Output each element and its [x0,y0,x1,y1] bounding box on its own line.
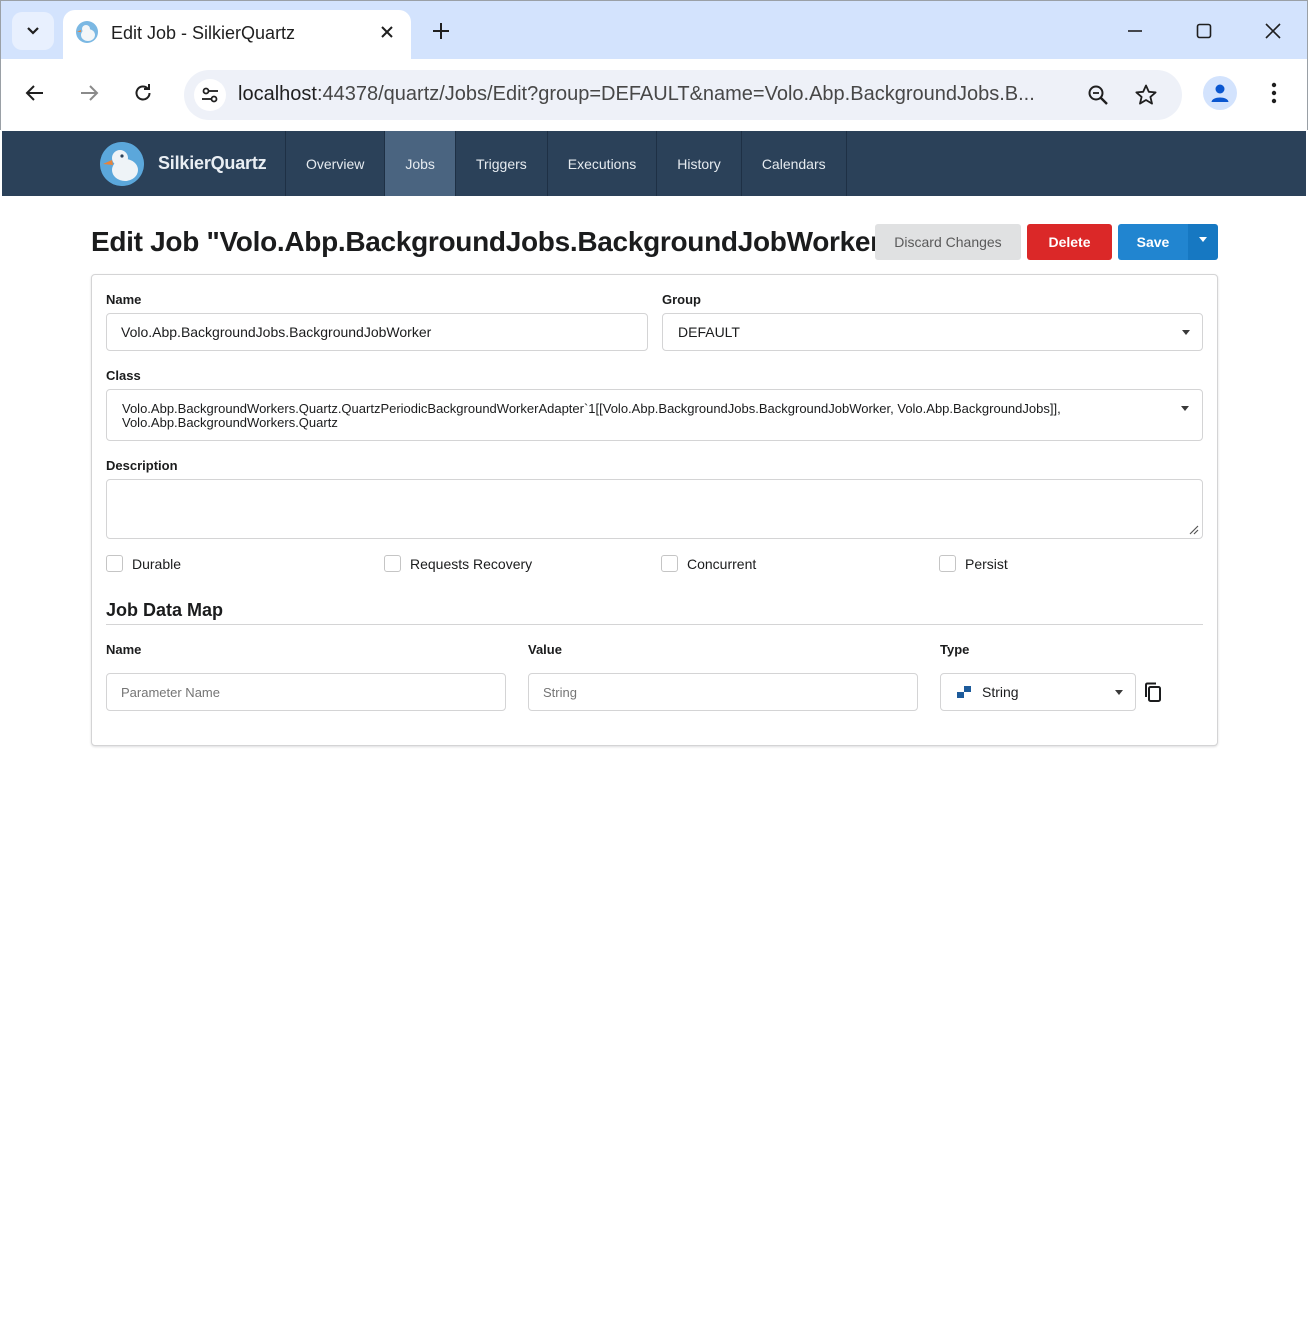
job-name-input[interactable]: Volo.Abp.BackgroundJobs.BackgroundJobWor… [106,313,648,351]
arrow-left-icon [25,85,43,101]
star-icon [1135,84,1157,105]
close-icon [1265,23,1281,39]
address-bar[interactable]: localhost:44378/quartz/Jobs/Edit?group=D… [184,70,1182,120]
caret-down-icon [1181,406,1189,411]
group-value: DEFAULT [678,324,740,340]
site-info-button[interactable] [194,79,226,111]
save-button[interactable]: Save [1118,224,1188,260]
persist-checkbox[interactable]: Persist [939,555,1008,572]
tab-search-button[interactable] [12,12,54,50]
caret-down-icon [1115,690,1123,695]
checkbox-label: Concurrent [687,555,757,572]
name-label: Name [106,292,142,307]
delete-button[interactable]: Delete [1027,224,1112,260]
profile-button[interactable] [1203,76,1237,110]
browser-menu-button[interactable] [1259,76,1289,110]
checkbox-label: Requests Recovery [410,555,533,572]
checkbox-box[interactable] [939,555,956,572]
checkbox-label: Durable [132,555,182,572]
checkbox-box[interactable] [106,555,123,572]
page-title: Edit Job "Volo.Abp.BackgroundJobs.Backgr… [91,226,894,257]
url-text: localhost:44378/quartz/Jobs/Edit?group=D… [238,83,1035,105]
browser-tab[interactable]: Edit Job - SilkierQuartz [63,10,411,60]
bookmark-button[interactable] [1132,81,1160,109]
reload-button[interactable] [126,76,160,110]
job-name-value: Volo.Abp.BackgroundJobs.BackgroundJobWor… [121,324,432,340]
tab-close-button[interactable] [375,20,399,44]
jdm-name-header: Name [106,642,142,657]
copy-row-button[interactable] [1142,681,1164,705]
tab-title: Edit Job - SilkierQuartz [111,23,296,43]
job-data-map-title: Job Data Map [106,600,224,620]
brand-name: SilkierQuartz [158,153,267,173]
zoom-icon [1088,85,1108,105]
copy-icon [1145,682,1161,702]
tune-icon [202,87,218,103]
concurrent-checkbox[interactable]: Concurrent [661,555,756,572]
type-select[interactable]: String [940,673,1136,711]
resize-handle-icon[interactable] [1189,525,1199,535]
arrow-right-icon [81,85,99,101]
requests-recovery-checkbox[interactable]: Requests Recovery [384,555,532,572]
group-label: Group [662,292,701,307]
forward-button[interactable] [72,76,106,110]
save-options-dropdown[interactable] [1188,224,1218,260]
nav-item-jobs[interactable]: Jobs [385,131,456,196]
class-label: Class [106,368,141,383]
minimize-button[interactable] [1119,15,1151,47]
class-value-line2: Volo.Abp.BackgroundWorkers.Quartz [122,415,338,430]
nav-item-history[interactable]: History [657,131,742,196]
checkbox-label: Persist [965,555,1008,572]
jdm-value-header: Value [528,642,562,657]
nav-item-executions[interactable]: Executions [548,131,658,196]
brand-link[interactable]: SilkierQuartz [100,141,267,186]
nav-item-triggers[interactable]: Triggers [456,131,548,196]
maximize-button[interactable] [1188,15,1220,47]
reload-icon [135,84,151,101]
parameter-value-input[interactable] [528,673,918,711]
nav-item-overview[interactable]: Overview [286,131,386,196]
caret-down-icon [1199,236,1207,242]
class-value-line1: Volo.Abp.BackgroundWorkers.Quartz.Quartz… [122,401,1061,416]
caret-down-icon [1182,330,1190,335]
duck-favicon-icon [76,21,98,43]
description-textarea[interactable] [106,479,1203,539]
type-value: String [982,684,1019,700]
zoom-button[interactable] [1084,81,1112,109]
durable-checkbox[interactable]: Durable [106,555,181,572]
duck-logo-icon [100,141,144,186]
description-label: Description [106,458,178,473]
jdm-type-header: Type [940,642,970,657]
section-divider [106,624,1203,625]
group-select[interactable]: DEFAULT [662,313,1203,351]
maximize-icon [1196,23,1212,39]
parameter-name-input[interactable] [106,673,506,711]
more-vert-icon [1271,82,1277,104]
person-icon [1211,84,1229,102]
string-type-icon [957,686,971,698]
nav-item-calendars[interactable]: Calendars [742,131,847,196]
back-button[interactable] [18,76,52,110]
browser-toolbar: localhost:44378/quartz/Jobs/Edit?group=D… [1,59,1307,130]
class-select[interactable]: Volo.Abp.BackgroundWorkers.Quartz.Quartz… [106,389,1203,441]
window-close-button[interactable] [1257,15,1289,47]
app-navbar: SilkierQuartz Overview Jobs Triggers Exe… [2,131,1306,196]
new-tab-button[interactable] [427,17,455,45]
checkbox-box[interactable] [661,555,678,572]
main-nav: Overview Jobs Triggers Executions Histor… [285,131,847,196]
minimize-icon [1128,30,1142,32]
discard-changes-button[interactable]: Discard Changes [875,224,1021,260]
checkbox-box[interactable] [384,555,401,572]
plus-icon [433,23,449,39]
chevron-down-icon [27,27,39,35]
close-icon [381,26,393,38]
